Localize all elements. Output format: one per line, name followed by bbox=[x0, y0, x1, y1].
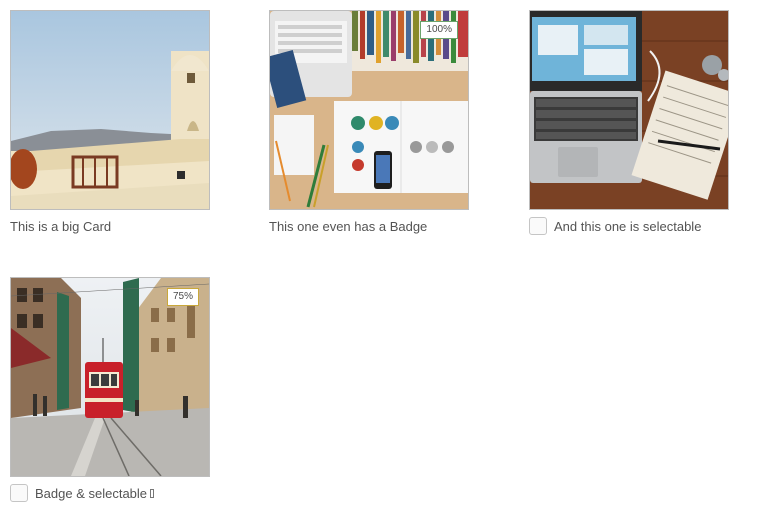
progress-badge: 100% bbox=[420, 21, 458, 39]
card-image bbox=[10, 10, 210, 210]
card-caption: And this one is selectable bbox=[529, 217, 729, 235]
card-image: 100% bbox=[269, 10, 469, 210]
card-image: 75% bbox=[10, 277, 210, 477]
card-badge-selectable[interactable]: 75% Badge & selectable bbox=[10, 277, 210, 502]
card-caption-text: Badge & selectable bbox=[35, 485, 148, 501]
card-caption: This is a big Card bbox=[10, 219, 210, 234]
card-caption: This one even has a Badge bbox=[269, 219, 469, 234]
card-caption-text: This is a big Card bbox=[10, 219, 112, 234]
card-with-badge[interactable]: 100% This one even has a Badge bbox=[269, 10, 469, 234]
card-image bbox=[529, 10, 729, 210]
progress-badge: 75% bbox=[166, 288, 199, 306]
card-big[interactable]: This is a big Card bbox=[10, 10, 210, 234]
card-caption-text: And this one is selectable bbox=[554, 218, 702, 234]
select-checkbox[interactable] bbox=[529, 217, 547, 235]
card-caption: Badge & selectable bbox=[10, 484, 210, 502]
santorini-terrace-photo bbox=[11, 11, 209, 209]
card-caption-text: This one even has a Badge bbox=[269, 219, 428, 234]
card-selectable[interactable]: And this one is selectable bbox=[529, 10, 729, 235]
laptop-notebook-photo bbox=[530, 11, 728, 209]
info-icon bbox=[150, 488, 155, 498]
desk-flatlay-photo bbox=[270, 11, 468, 209]
select-checkbox[interactable] bbox=[10, 484, 28, 502]
istanbul-tram-photo bbox=[11, 278, 209, 476]
